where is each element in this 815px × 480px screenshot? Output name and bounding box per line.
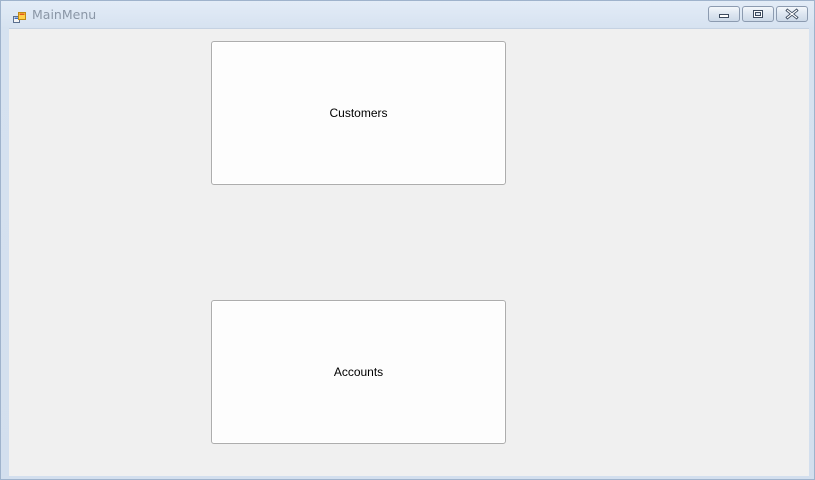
accounts-button[interactable]: Accounts	[211, 300, 506, 444]
restore-icon	[753, 10, 763, 18]
close-button[interactable]	[776, 6, 808, 22]
minimize-icon	[719, 14, 729, 18]
title-bar[interactable]: MainMenu	[1, 1, 814, 28]
customers-button[interactable]: Customers	[211, 41, 506, 185]
client-area: Customers Accounts	[9, 28, 809, 476]
window-title: MainMenu	[32, 7, 97, 22]
close-icon	[785, 8, 799, 20]
app-icon[interactable]	[13, 9, 26, 23]
restore-button[interactable]	[742, 6, 774, 22]
main-menu-window: MainMenu Customers Accounts	[0, 0, 815, 480]
minimize-button[interactable]	[708, 6, 740, 22]
